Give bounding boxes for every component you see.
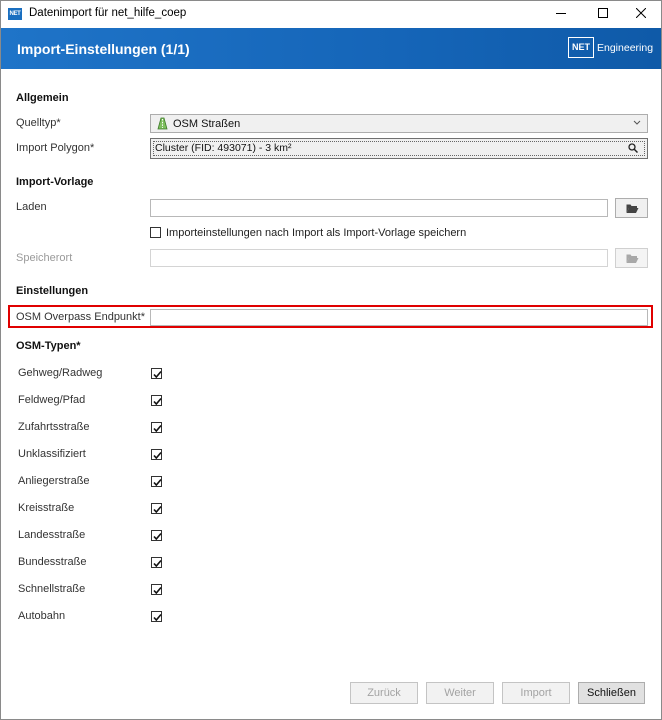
osm-type-label: Bundesstraße	[18, 556, 87, 568]
speicherort-label: Speicherort	[16, 252, 73, 264]
osm-overpass-endpunkt-label: OSM Overpass Endpunkt*	[16, 311, 146, 323]
section-osm-typen-heading: OSM-Typen*	[16, 340, 81, 352]
osm-type-checkbox[interactable]	[151, 368, 162, 379]
osm-type-checkbox[interactable]	[151, 476, 162, 487]
import-polygon-value: Cluster (FID: 493071) - 3 km²	[155, 142, 292, 154]
osm-type-label: Kreisstraße	[18, 502, 75, 514]
laden-label: Laden	[16, 201, 47, 213]
maximize-icon	[598, 7, 608, 21]
search-icon[interactable]	[628, 143, 639, 156]
save-as-template-checkbox[interactable]	[150, 227, 161, 238]
quelltyp-label: Quelltyp*	[16, 117, 61, 129]
osm-type-checkbox[interactable]	[151, 395, 162, 406]
osm-type-checkbox[interactable]	[151, 530, 162, 541]
import-polygon-selector[interactable]: Cluster (FID: 493071) - 3 km²	[150, 138, 648, 159]
back-button[interactable]: Zurück	[350, 682, 418, 704]
import-button[interactable]: Import	[502, 682, 570, 704]
osm-type-label: Schnellstraße	[18, 583, 86, 595]
save-as-template-label: Importeinstellungen nach Import als Impo…	[166, 227, 467, 239]
page-title: Import-Einstellungen (1/1)	[17, 41, 190, 57]
section-einstellungen-heading: Einstellungen	[16, 285, 89, 297]
section-allgemein-heading: Allgemein	[16, 92, 69, 104]
laden-input[interactable]	[150, 199, 608, 217]
osm-type-label: Unklassifiziert	[18, 448, 86, 460]
header-banner: Import-Einstellungen (1/1) NET Engineeri…	[1, 28, 661, 69]
window-title: Datenimport für net_hilfe_coep	[29, 7, 187, 19]
close-icon	[635, 7, 647, 21]
osm-type-checkbox[interactable]	[151, 611, 162, 622]
osm-type-label: Landesstraße	[18, 529, 86, 541]
app-icon: NET	[8, 8, 22, 20]
net-logo: NET	[568, 37, 594, 58]
osm-type-checkbox[interactable]	[151, 557, 162, 568]
osm-type-label: Autobahn	[18, 610, 66, 622]
osm-type-checkbox[interactable]	[151, 584, 162, 595]
speicherort-input	[150, 249, 608, 267]
section-import-vorlage-heading: Import-Vorlage	[16, 176, 94, 188]
next-button[interactable]: Weiter	[426, 682, 494, 704]
folder-open-icon	[626, 203, 639, 217]
osm-type-label: Feldweg/Pfad	[18, 394, 86, 406]
quelltyp-dropdown[interactable]: OSM Straßen	[150, 114, 648, 133]
osm-type-label: Gehweg/Radweg	[18, 367, 103, 379]
net-logo-text: Engineering	[597, 42, 654, 54]
minimize-icon	[556, 8, 566, 21]
chevron-down-icon	[633, 119, 641, 128]
folder-open-icon	[626, 253, 639, 267]
close-window-button[interactable]	[621, 1, 661, 27]
osm-type-checkbox[interactable]	[151, 422, 162, 433]
osm-type-label: Zufahrtsstraße	[18, 421, 90, 433]
laden-browse-button[interactable]	[615, 198, 648, 218]
quelltyp-value: OSM Straßen	[173, 118, 241, 130]
osm-type-label: Anliegerstraße	[18, 475, 90, 487]
maximize-button[interactable]	[583, 1, 623, 27]
osm-type-checkbox[interactable]	[151, 503, 162, 514]
title-bar: NET Datenimport für net_hilfe_coep	[1, 1, 661, 27]
osm-type-checkbox[interactable]	[151, 449, 162, 460]
close-button[interactable]: Schließen	[578, 682, 645, 704]
osm-road-icon	[156, 117, 169, 133]
minimize-button[interactable]	[541, 1, 581, 27]
speicherort-browse-button	[615, 248, 648, 268]
import-polygon-label: Import Polygon*	[16, 142, 95, 154]
osm-overpass-endpunkt-input[interactable]	[150, 309, 648, 326]
import-dialog-window: NET Datenimport für net_hilfe_coep Impor…	[0, 0, 662, 720]
